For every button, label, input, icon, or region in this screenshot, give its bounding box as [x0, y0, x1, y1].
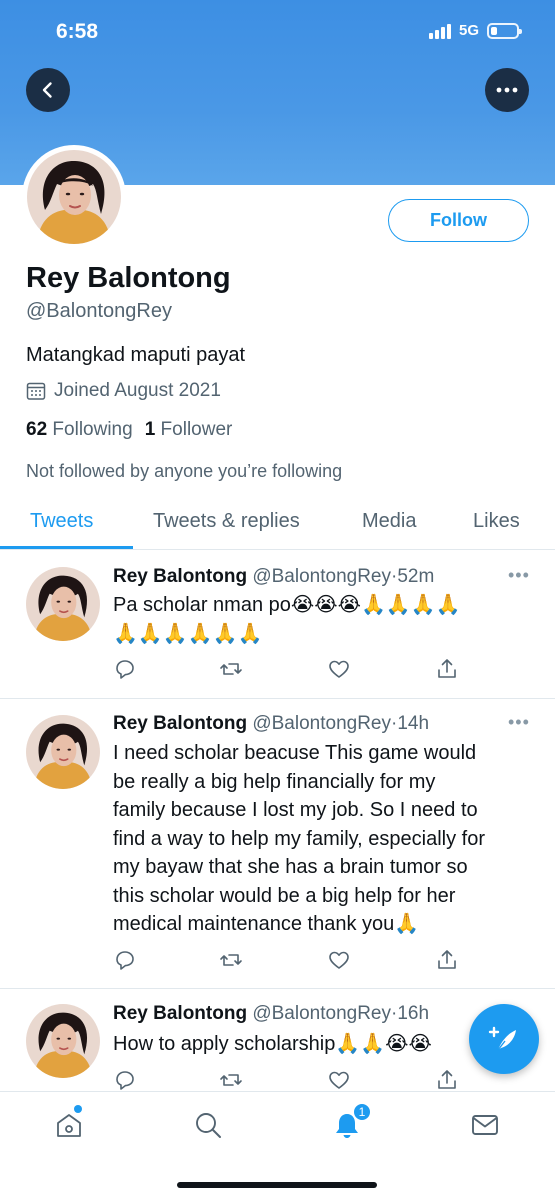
like-icon[interactable]: [327, 657, 351, 681]
tweet-item[interactable]: Rey Balontong @BalontongRey·52m ••• Pa s…: [0, 551, 555, 699]
profile-handle: @BalontongRey: [26, 300, 172, 322]
tweet-text: I need scholar beacuse This game would b…: [113, 742, 486, 935]
reply-icon[interactable]: [113, 948, 137, 972]
calendar-icon: [26, 382, 46, 400]
tweet-header: Rey Balontong @BalontongRey·14h: [113, 713, 429, 735]
home-unread-dot: [74, 1105, 82, 1113]
profile-avatar[interactable]: [22, 145, 126, 249]
tweet-item[interactable]: Rey Balontong @BalontongRey·14h ••• I ne…: [0, 700, 555, 989]
not-followed-note: Not followed by anyone you’re following: [26, 461, 343, 481]
retweet-icon[interactable]: [219, 657, 243, 681]
tab-likes[interactable]: Likes: [473, 510, 520, 533]
follow-button[interactable]: Follow: [388, 199, 529, 242]
profile-tabs: Tweets Tweets & replies Media Likes: [0, 498, 555, 550]
following-count: 62: [26, 419, 48, 440]
reply-icon[interactable]: [113, 1068, 137, 1092]
network-type: 5G: [458, 22, 479, 39]
tweet-handle-time: @BalontongRey·16h: [252, 1003, 430, 1024]
tweet-avatar[interactable]: [26, 1004, 100, 1078]
tweet-actions: [113, 1068, 463, 1092]
avatar-photo: [27, 150, 121, 244]
like-icon[interactable]: [327, 1068, 351, 1092]
avatar-photo: [26, 567, 100, 641]
tab-tweets-replies[interactable]: Tweets & replies: [153, 510, 300, 533]
notifications-badge: 1: [352, 1102, 372, 1122]
status-time: 6:58: [56, 20, 99, 43]
tab-tweets[interactable]: Tweets: [30, 510, 93, 533]
status-bar: 6:58 5G: [0, 0, 555, 62]
share-icon[interactable]: [435, 948, 459, 972]
tweet-more-icon[interactable]: •••: [508, 712, 530, 733]
signal-icon: [428, 23, 451, 39]
compose-feather-icon: [488, 1026, 516, 1051]
profile-name: Rey Balontong: [26, 262, 231, 294]
profile-bio: Matangkad maputi payat: [26, 344, 246, 366]
active-tab-indicator: [0, 546, 133, 549]
tweet-actions: [113, 948, 463, 972]
follower-label: Follower: [160, 419, 233, 440]
home-icon[interactable]: [54, 1110, 84, 1140]
compose-tweet-button[interactable]: [469, 1004, 539, 1074]
tweet-handle-time: @BalontongRey·14h: [252, 713, 430, 734]
more-horizontal-icon: [496, 87, 518, 93]
following-label: Following: [52, 419, 133, 440]
back-button[interactable]: [26, 68, 70, 112]
tweet-author-name: Rey Balontong: [113, 713, 248, 734]
tweet-avatar[interactable]: [26, 567, 100, 641]
follower-count: 1: [144, 419, 156, 440]
retweet-icon[interactable]: [219, 1068, 243, 1092]
tweet-actions: [113, 657, 463, 681]
follow-counts: 62 Following 1 Follower: [26, 419, 232, 441]
reply-icon[interactable]: [113, 657, 137, 681]
tweet-author-name: Rey Balontong: [113, 1003, 248, 1024]
more-options-button[interactable]: [485, 68, 529, 112]
joined-label: Joined August 2021: [54, 380, 221, 401]
joined-date: Joined August 2021: [26, 380, 221, 402]
home-indicator: [177, 1182, 377, 1188]
battery-icon: [487, 22, 522, 39]
retweet-icon[interactable]: [219, 948, 243, 972]
avatar-photo: [26, 715, 100, 789]
like-icon[interactable]: [327, 948, 351, 972]
tweet-more-icon[interactable]: •••: [508, 565, 530, 586]
chevron-left-icon: [42, 82, 52, 98]
search-icon[interactable]: [193, 1110, 223, 1140]
following-link[interactable]: 62 Following: [26, 419, 133, 441]
share-icon[interactable]: [435, 1068, 459, 1092]
avatar-photo: [26, 1004, 100, 1078]
messages-mail-icon[interactable]: [470, 1110, 500, 1140]
tab-media[interactable]: Media: [362, 510, 416, 533]
followers-link[interactable]: 1 Follower: [145, 419, 233, 441]
share-icon[interactable]: [435, 657, 459, 681]
tweet-handle-time: @BalontongRey·52m: [252, 566, 435, 587]
tweet-author-name: Rey Balontong: [113, 566, 248, 587]
tweet-avatar[interactable]: [26, 715, 100, 789]
tweet-header: Rey Balontong @BalontongRey·52m: [113, 566, 434, 588]
tweet-header: Rey Balontong @BalontongRey·16h: [113, 1003, 429, 1025]
tweet-text: Pa scholar nman po😭😭😭🙏🙏🙏🙏 🙏🙏🙏🙏🙏🙏: [113, 594, 461, 645]
